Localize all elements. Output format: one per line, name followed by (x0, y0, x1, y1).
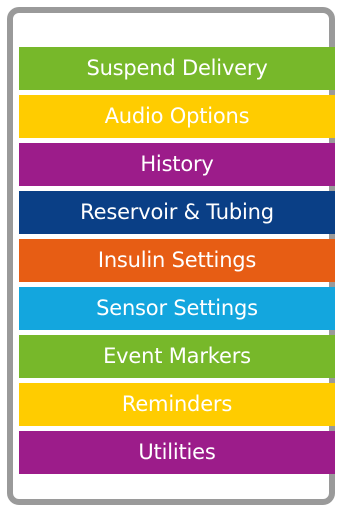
menu-item-reservoir-tubing[interactable]: Reservoir & Tubing (19, 191, 335, 234)
menu-item-label: History (140, 152, 214, 176)
menu-item-history[interactable]: History (19, 143, 335, 186)
menu-item-label: Insulin Settings (97, 248, 257, 272)
menu-item-insulin-settings[interactable]: Insulin Settings (19, 239, 335, 282)
menu-item-label: Event Markers (103, 344, 251, 368)
menu-item-label: Reservoir & Tubing (80, 200, 274, 224)
menu-item-label: Sensor Settings (96, 296, 258, 320)
menu-item-reminders[interactable]: Reminders (19, 383, 335, 426)
menu-item-audio-options[interactable]: Audio Options (19, 95, 335, 138)
menu-item-label: Audio Options (104, 104, 250, 128)
menu-item-event-markers[interactable]: Event Markers (19, 335, 335, 378)
menu-item-utilities[interactable]: Utilities (19, 431, 335, 474)
menu-item-suspend-delivery[interactable]: Suspend Delivery (19, 47, 335, 90)
main-menu: Suspend Delivery Audio Options History R… (19, 47, 335, 479)
menu-item-label: Reminders (121, 392, 233, 416)
device-screen-frame: Suspend Delivery Audio Options History R… (7, 7, 335, 505)
menu-item-label: Suspend Delivery (86, 56, 268, 80)
menu-item-label: Utilities (138, 440, 216, 464)
menu-item-sensor-settings[interactable]: Sensor Settings (19, 287, 335, 330)
